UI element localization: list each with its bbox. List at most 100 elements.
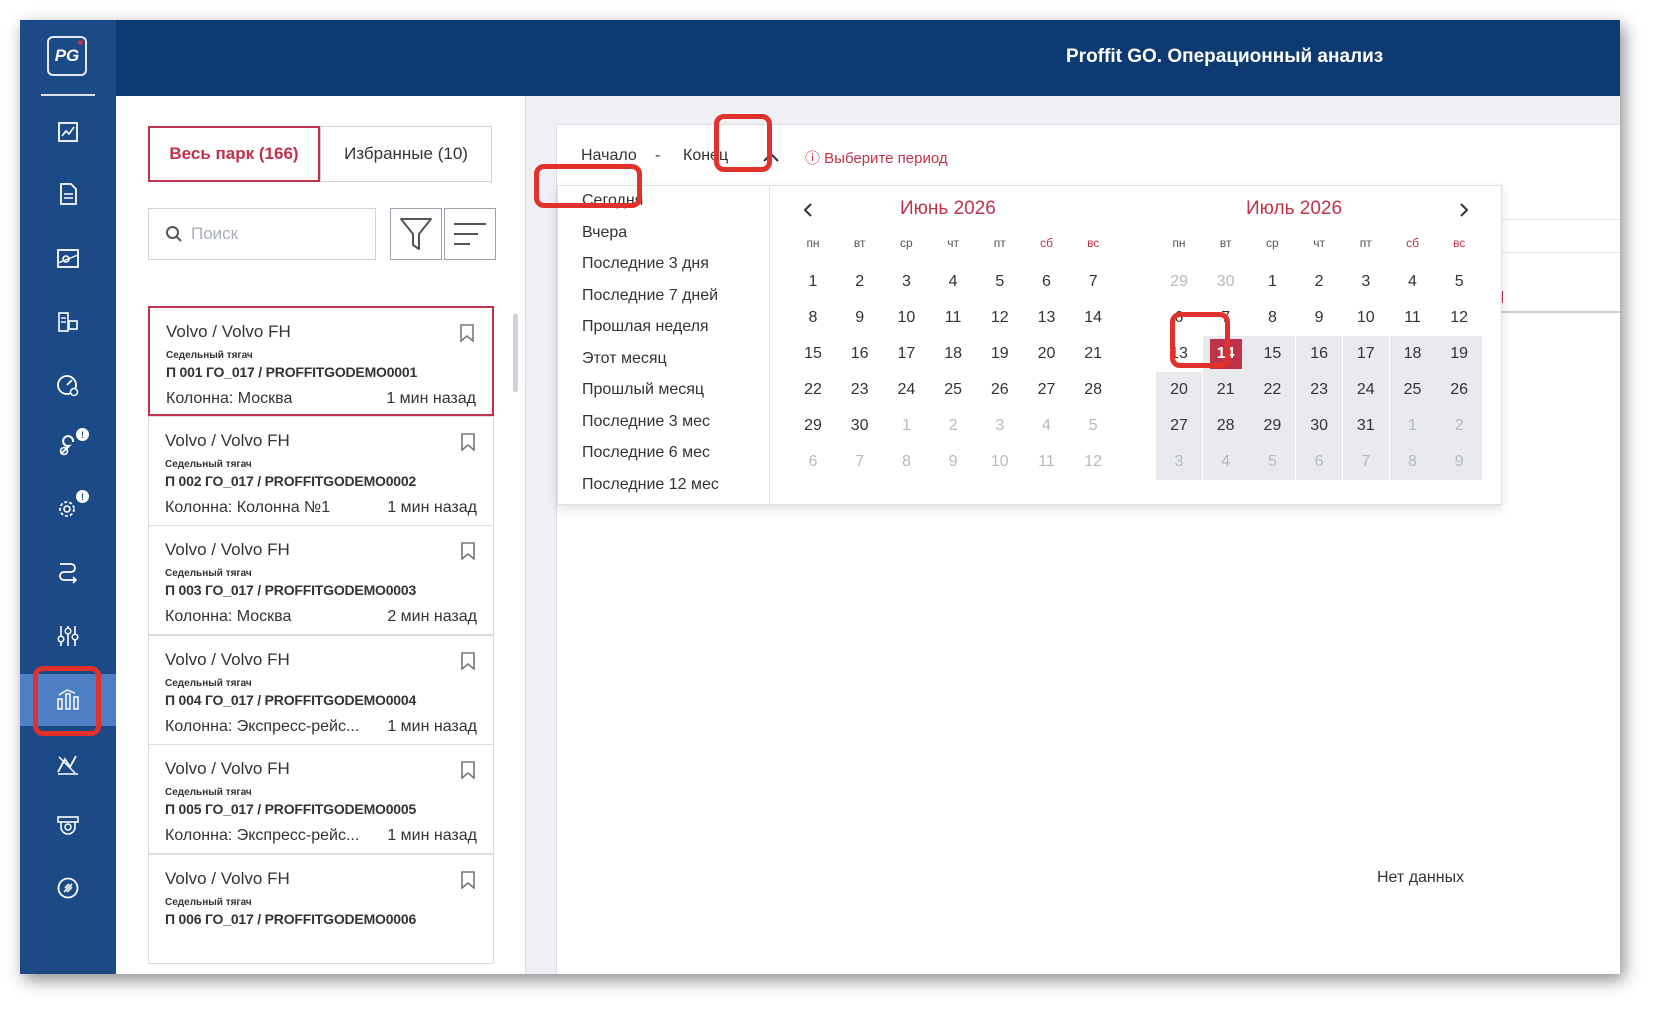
calendar-day[interactable]: 1 (883, 408, 929, 444)
vehicle-card[interactable]: Volvo / Volvo FH Седельный тягач П 004 ГО_… (148, 635, 494, 745)
list-scrollbar[interactable] (513, 314, 518, 392)
calendar-day[interactable]: 5 (1249, 444, 1296, 480)
calendar-day[interactable]: 14 (1070, 300, 1116, 336)
calendar-day[interactable]: 19 (1436, 336, 1483, 372)
calendar-day[interactable]: 26 (1436, 372, 1483, 408)
calendar-day[interactable]: 3 (1156, 444, 1202, 480)
calendar-day[interactable]: 11 (1024, 444, 1070, 480)
sidebar-item-truck-list[interactable] (20, 296, 116, 348)
calendar-day[interactable]: 20 (1156, 372, 1202, 408)
calendar-day[interactable]: 13 (1024, 300, 1070, 336)
calendar-day[interactable]: 16 (837, 336, 883, 372)
calendar-day[interactable]: 4 (1390, 264, 1436, 300)
calendar-day[interactable]: 2 (837, 264, 883, 300)
sidebar-item-fuel[interactable] (20, 862, 116, 914)
sidebar-item-document[interactable] (20, 168, 116, 220)
calendar-day[interactable]: 18 (1389, 336, 1436, 372)
preset-item[interactable]: Последние 12 мес (582, 476, 719, 494)
sidebar-item-camera[interactable] (20, 800, 116, 852)
sidebar-item-map[interactable] (20, 232, 116, 284)
calendar-day[interactable]: 10 (977, 444, 1023, 480)
preset-item[interactable]: Последние 3 дня (582, 255, 709, 273)
calendar-day[interactable]: 1 (790, 264, 836, 300)
sidebar-item-speed-settings[interactable] (20, 360, 116, 412)
calendar-day[interactable]: 13 (1156, 336, 1202, 372)
calendar-day[interactable]: 8 (790, 300, 836, 336)
preset-item[interactable]: Последние 6 мес (582, 444, 710, 462)
calendar-day[interactable]: 7 (1342, 444, 1389, 480)
calendar-day[interactable]: 10 (1343, 300, 1389, 336)
calendar-day[interactable]: 6 (1156, 300, 1202, 336)
calendar-day[interactable]: 8 (1249, 300, 1295, 336)
tab-favorites[interactable]: Избранные (10) (320, 126, 492, 182)
period-start[interactable]: Начало (581, 147, 637, 165)
vehicle-card[interactable]: Volvo / Volvo FH Седельный тягач П 005 ГО_… (148, 744, 494, 854)
sidebar-item-gear-alert[interactable]: ! (20, 482, 116, 534)
calendar-day[interactable]: 22 (790, 372, 836, 408)
bookmark-icon[interactable] (460, 324, 474, 342)
calendar-day[interactable]: 27 (1156, 408, 1202, 444)
calendar-day[interactable]: 29 (1249, 408, 1296, 444)
calendar-day[interactable]: 21 (1070, 336, 1116, 372)
period-toggle-button[interactable] (753, 139, 789, 175)
calendar-day[interactable]: 20 (1024, 336, 1070, 372)
calendar-day[interactable]: 23 (1296, 372, 1343, 408)
preset-item[interactable]: Последние 3 мес (582, 413, 710, 431)
calendar-day[interactable]: 4 (1024, 408, 1070, 444)
calendar-day[interactable]: 24 (883, 372, 929, 408)
calendar-day[interactable]: 30 (1203, 264, 1249, 300)
calendar-day[interactable]: 16 (1296, 336, 1343, 372)
calendar-day[interactable]: 6 (1024, 264, 1070, 300)
preset-item[interactable]: Вчера (582, 224, 627, 242)
calendar-day[interactable]: 18 (930, 336, 976, 372)
calendar-day[interactable]: 11 (930, 300, 976, 336)
vehicle-card[interactable]: Volvo / Volvo FH Седельный тягач П 001 ГО_… (148, 306, 494, 416)
calendar-day[interactable]: 5 (1070, 408, 1116, 444)
calendar-day[interactable]: 1 (1389, 408, 1436, 444)
calendar-day[interactable]: 3 (977, 408, 1023, 444)
sidebar-item-chart-report[interactable] (20, 106, 116, 158)
bookmark-icon[interactable] (461, 761, 475, 779)
calendar-day[interactable]: 25 (1389, 372, 1436, 408)
calendar-day[interactable]: 8 (1389, 444, 1436, 480)
sort-button[interactable] (444, 208, 496, 260)
bookmark-icon[interactable] (461, 542, 475, 560)
filter-button[interactable] (390, 208, 442, 260)
calendar-day[interactable]: 17 (1342, 336, 1389, 372)
calendar-day[interactable]: 17 (883, 336, 929, 372)
calendar-day[interactable]: 12 (1436, 300, 1482, 336)
calendar-day[interactable]: 24 (1342, 372, 1389, 408)
calendar-day[interactable]: 3 (883, 264, 929, 300)
calendar-day[interactable]: 8 (883, 444, 929, 480)
calendar-day[interactable]: 28 (1070, 372, 1116, 408)
bookmark-icon[interactable] (461, 871, 475, 889)
calendar-day[interactable]: 12 (1070, 444, 1116, 480)
calendar-day[interactable]: 9 (930, 444, 976, 480)
calendar-day[interactable]: 27 (1024, 372, 1070, 408)
calendar-day[interactable]: 19 (977, 336, 1023, 372)
calendar-day[interactable]: 21 (1202, 372, 1249, 408)
preset-item[interactable]: Сегодня (582, 192, 643, 210)
calendar-day[interactable]: 29 (790, 408, 836, 444)
calendar-day[interactable]: 25 (930, 372, 976, 408)
vehicle-card[interactable]: Volvo / Volvo FH Седельный тягач П 006 ГО_… (148, 854, 494, 964)
calendar-day[interactable]: 1 (1249, 264, 1295, 300)
sidebar-item-wrench-alert[interactable]: ! (20, 420, 116, 472)
calendar-day[interactable]: 5 (977, 264, 1023, 300)
calendar-day[interactable]: 2 (930, 408, 976, 444)
calendar-day[interactable]: 7 (1070, 264, 1116, 300)
calendar-day[interactable]: 3 (1343, 264, 1389, 300)
calendar-day[interactable]: 9 (1436, 444, 1483, 480)
calendar-day[interactable]: 5 (1436, 264, 1482, 300)
next-month-button[interactable] (1454, 200, 1474, 220)
prev-month-button[interactable] (798, 200, 818, 220)
search-input[interactable]: Поиск (148, 208, 376, 260)
calendar-day[interactable]: 7 (837, 444, 883, 480)
preset-item[interactable]: Прошлый месяц (582, 381, 704, 399)
calendar-day[interactable]: 2 (1296, 264, 1342, 300)
calendar-day[interactable]: 22 (1249, 372, 1296, 408)
calendar-day[interactable]: 15 (1249, 336, 1296, 372)
calendar-day[interactable]: 23 (837, 372, 883, 408)
vehicle-card[interactable]: Volvo / Volvo FH Седельный тягач П 003 ГО_… (148, 525, 494, 635)
calendar-day[interactable]: 15 (790, 336, 836, 372)
